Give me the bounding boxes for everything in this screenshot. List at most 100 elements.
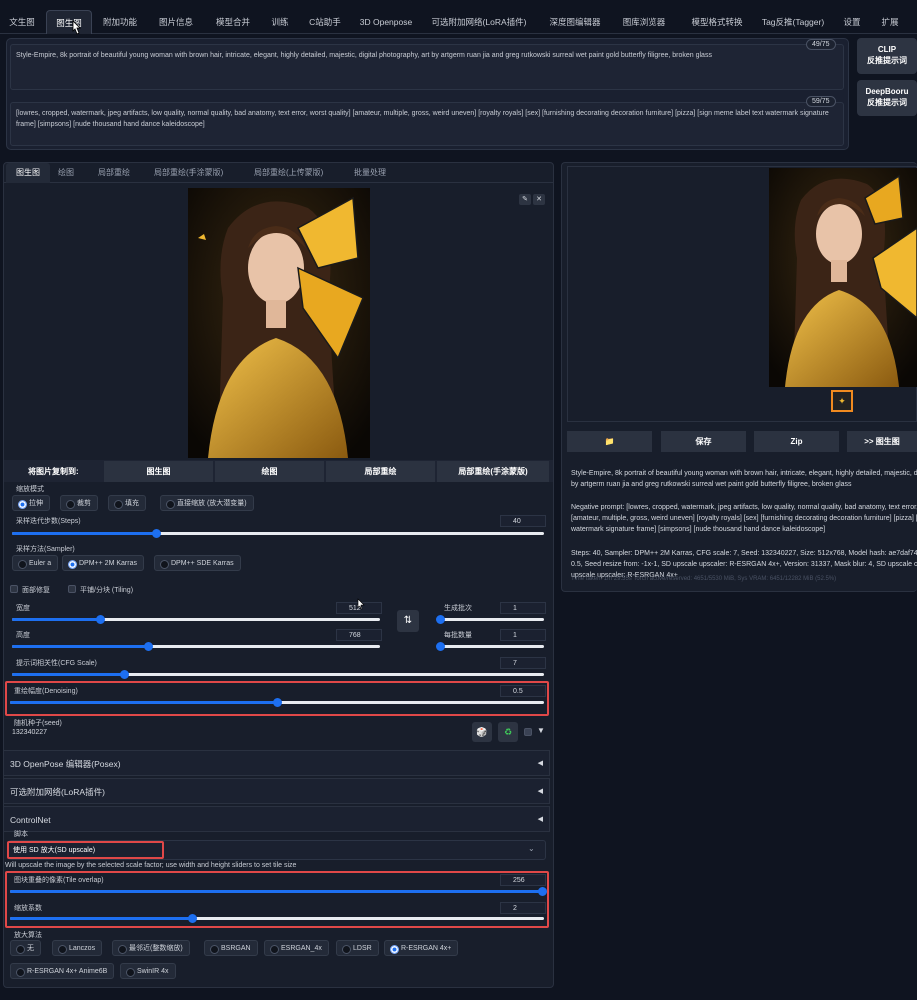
- tab-extensions[interactable]: 扩展: [874, 10, 906, 34]
- steps-slider-thumb[interactable]: [151, 529, 161, 538]
- upscaler-nearest[interactable]: 最邻近(整数缩放): [112, 940, 190, 956]
- accordion-controlnet[interactable]: ControlNet ◀: [3, 806, 550, 832]
- tab-depth-editor[interactable]: 深度图编辑器: [540, 10, 610, 34]
- batch-size-slider[interactable]: [436, 642, 544, 651]
- sampler-dpmpp-sde-karras[interactable]: DPM++ SDE Karras: [154, 555, 241, 571]
- tab-tagger[interactable]: Tag反推(Tagger): [758, 10, 828, 34]
- subtab-inpaint-sketch[interactable]: 局部重绘(手涂蒙版): [154, 163, 244, 183]
- deepbooru-interrogate-button[interactable]: DeepBooru 反推提示词: [857, 80, 917, 116]
- negative-token-counter: 59/75: [806, 96, 836, 107]
- steps-input[interactable]: 40: [500, 515, 546, 527]
- tab-png-info[interactable]: 图片信息: [150, 10, 202, 34]
- tab-3d-openpose[interactable]: 3D Openpose: [354, 10, 418, 34]
- swap-dimensions-icon[interactable]: ⇅: [397, 610, 419, 632]
- send-to-img2img-button[interactable]: >> 图生图: [847, 431, 917, 452]
- tab-train[interactable]: 训练: [262, 10, 298, 34]
- subtab-inpaint-upload[interactable]: 局部重绘(上传蒙版): [254, 163, 344, 183]
- extra-seed-toggle-icon[interactable]: ▼: [537, 726, 545, 735]
- copy-to-sketch-button[interactable]: 绘图: [215, 461, 324, 482]
- cfg-slider-thumb[interactable]: [119, 670, 129, 679]
- clip-label: CLIP: [877, 45, 897, 54]
- denoising-slider[interactable]: [10, 698, 544, 707]
- resize-mode-stretch[interactable]: 拉伸: [12, 495, 50, 511]
- accordion-lora[interactable]: 可选附加网络(LoRA插件) ◀: [3, 778, 550, 804]
- steps-slider-fill: [12, 532, 156, 535]
- output-thumbnail[interactable]: ✦: [831, 390, 853, 412]
- accordion-lora-label: 可选附加网络(LoRA插件): [10, 787, 105, 797]
- tile-overlap-slider-thumb[interactable]: [538, 887, 547, 896]
- restore-faces-checkbox[interactable]: [10, 585, 18, 593]
- upscaler-lanczos[interactable]: Lanczos: [52, 940, 103, 956]
- batch-size-slider-thumb[interactable]: [436, 642, 445, 651]
- seed-input[interactable]: 132340227: [8, 727, 468, 741]
- resize-mode-fill[interactable]: 填充: [108, 495, 146, 511]
- zip-button[interactable]: Zip: [754, 431, 839, 452]
- batch-size-input[interactable]: 1: [500, 629, 546, 641]
- subtab-sketch[interactable]: 绘图: [58, 163, 88, 183]
- upscaler-r-esrgan-anime6b[interactable]: R-ESRGAN 4x+ Anime6B: [10, 963, 115, 979]
- tab-settings[interactable]: 设置: [836, 10, 868, 34]
- tiling-checkbox[interactable]: [68, 585, 76, 593]
- tiling-label: 平铺/分块 (Tiling): [80, 587, 134, 594]
- cfg-slider[interactable]: [12, 670, 544, 679]
- copy-to-img2img-button[interactable]: 图生图: [104, 461, 213, 482]
- steps-slider[interactable]: [12, 529, 544, 538]
- tab-civitai-helper[interactable]: C站助手: [300, 10, 350, 34]
- tile-overlap-label: 图块重叠的像素(Tile overlap): [14, 877, 104, 884]
- output-image[interactable]: [769, 168, 917, 387]
- height-slider[interactable]: [12, 642, 380, 651]
- resize-mode-crop[interactable]: 裁剪: [60, 495, 98, 511]
- accordion-posex[interactable]: 3D OpenPose 编辑器(Posex) ◀: [3, 750, 550, 776]
- denoising-slider-thumb[interactable]: [273, 698, 282, 707]
- sampler-dpmpp-2m-karras[interactable]: DPM++ 2M Karras: [62, 555, 144, 571]
- width-slider[interactable]: [12, 615, 380, 624]
- upscaler-r-esrgan-4x-plus[interactable]: R-ESRGAN 4x+: [384, 940, 459, 956]
- cfg-input[interactable]: 7: [500, 657, 546, 669]
- reuse-seed-recycle-icon[interactable]: ♻: [498, 722, 518, 742]
- tile-overlap-slider[interactable]: [10, 887, 547, 896]
- open-folder-button[interactable]: 📁: [567, 431, 652, 452]
- resize-mode-latent[interactable]: 直接缩放 (放大潜变量): [160, 495, 254, 511]
- tab-extras[interactable]: 附加功能: [96, 10, 144, 34]
- upscaler-ldsr[interactable]: LDSR: [336, 940, 379, 956]
- tab-image-browser[interactable]: 图库浏览器: [614, 10, 674, 34]
- output-time-text: Time taken: 1m 29.55s Torch active/reser…: [571, 576, 837, 582]
- subtab-img2img[interactable]: 图生图: [6, 163, 50, 183]
- random-seed-dice-icon[interactable]: 🎲: [472, 722, 492, 742]
- upscaler-swinir-4x[interactable]: SwinIR 4x: [120, 963, 176, 979]
- scale-factor-input[interactable]: 2: [500, 902, 546, 914]
- height-label: 高度: [16, 632, 30, 639]
- batch-count-slider-thumb[interactable]: [436, 615, 445, 624]
- clear-image-icon[interactable]: ✕: [533, 194, 545, 205]
- copy-to-label: 将图片复制到:: [28, 467, 79, 476]
- extra-seed-checkbox[interactable]: [524, 728, 532, 736]
- copy-to-inpaint-button[interactable]: 局部重绘: [326, 461, 435, 482]
- tab-model-converter[interactable]: 模型格式转换: [678, 10, 756, 34]
- scale-factor-slider-thumb[interactable]: [187, 914, 197, 923]
- tile-overlap-input[interactable]: 256: [500, 874, 546, 886]
- upscaler-esrgan-4x[interactable]: ESRGAN_4x: [264, 940, 329, 956]
- copy-to-inpaint-sketch-button[interactable]: 局部重绘(手涂蒙版): [437, 461, 549, 482]
- sampler-euler-a[interactable]: Euler a: [12, 555, 59, 571]
- upscaler-bsrgan[interactable]: BSRGAN: [204, 940, 258, 956]
- subtab-batch[interactable]: 批量处理: [354, 163, 398, 183]
- input-image[interactable]: [188, 188, 370, 458]
- tab-img2img[interactable]: 图生图: [46, 10, 92, 34]
- tab-txt2img[interactable]: 文生图: [2, 10, 42, 34]
- batch-count-slider[interactable]: [436, 615, 544, 624]
- scale-factor-slider[interactable]: [10, 914, 544, 923]
- clip-interrogate-button[interactable]: CLIP 反推提示词: [857, 38, 917, 74]
- tab-model-merge[interactable]: 模型合并: [206, 10, 260, 34]
- negative-prompt-text: [lowres, cropped, watermark, jpeg artifa…: [16, 110, 829, 128]
- upscaler-none[interactable]: 无: [10, 940, 41, 956]
- save-button[interactable]: 保存: [661, 431, 746, 452]
- batch-count-input[interactable]: 1: [500, 602, 546, 614]
- collapse-left-icon: ◀: [537, 816, 543, 823]
- height-input[interactable]: 768: [336, 629, 382, 641]
- portrait-image: [188, 188, 370, 458]
- deepbooru-sublabel: 反推提示词: [867, 98, 907, 107]
- denoising-input[interactable]: 0.5: [500, 685, 546, 697]
- edit-image-icon[interactable]: ✎: [519, 194, 531, 205]
- tab-lora-addnet[interactable]: 可选附加网络(LoRA插件): [424, 10, 534, 34]
- subtab-inpaint[interactable]: 局部重绘: [98, 163, 144, 183]
